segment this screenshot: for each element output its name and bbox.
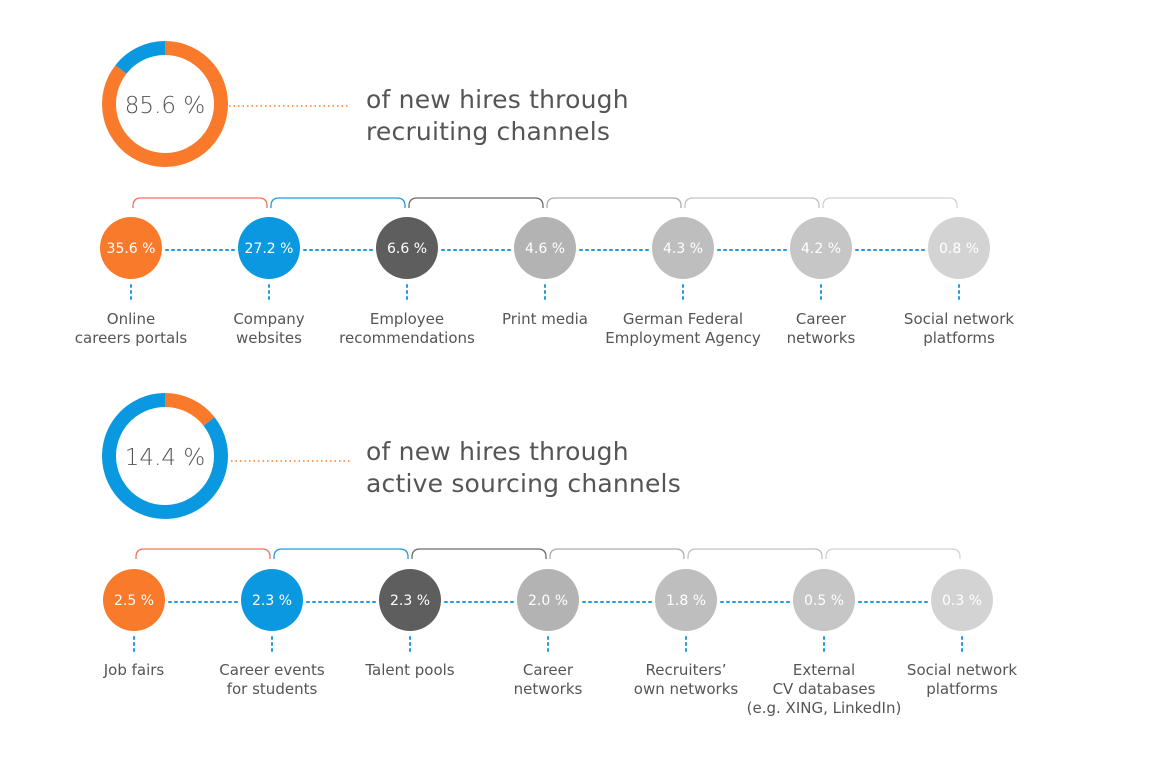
group-bracket: [546, 197, 682, 208]
group-bracket: [822, 197, 958, 208]
value-label: 2.0 %: [528, 593, 568, 609]
headline-line: active sourcing channels: [366, 469, 681, 498]
value-label: 0.8 %: [939, 241, 979, 257]
value-label: 2.5 %: [114, 593, 154, 609]
donut-slice: [164, 393, 215, 426]
channel-label-line: recommendations: [339, 329, 475, 347]
headline-line: of new hires through: [366, 437, 629, 466]
value-label: 2.3 %: [252, 593, 292, 609]
group-bracket: [684, 197, 820, 208]
group-bracket: [270, 197, 406, 208]
channel-label-line: for students: [226, 680, 318, 698]
value-label: 35.6 %: [107, 241, 156, 257]
value-label: 4.3 %: [663, 241, 703, 257]
group-bracket: [408, 197, 544, 208]
donut-center-label: 85.6 %: [125, 93, 205, 119]
channel-label-line: platforms: [926, 680, 998, 698]
value-label: 2.3 %: [390, 593, 430, 609]
group-bracket: [825, 548, 961, 559]
group-bracket: [132, 197, 268, 208]
channel-label-line: platforms: [923, 329, 995, 347]
channel-label-line: (e.g. XING, LinkedIn): [746, 699, 902, 717]
group-bracket: [273, 548, 409, 559]
headline: of new hires through recruiting channels: [366, 84, 629, 148]
value-label: 27.2 %: [245, 241, 294, 257]
value-label: 6.6 %: [387, 241, 427, 257]
channel-label: Social network platforms: [877, 661, 1047, 699]
donut-slice: [115, 41, 166, 74]
value-label: 0.5 %: [804, 593, 844, 609]
value-label: 1.8 %: [666, 593, 706, 609]
channel-label-line: Social network: [903, 310, 1015, 328]
group-bracket: [411, 548, 547, 559]
group-bracket: [687, 548, 823, 559]
value-label: 0.3 %: [942, 593, 982, 609]
headline: of new hires through active sourcing chan…: [366, 436, 681, 500]
value-label: 4.2 %: [801, 241, 841, 257]
group-bracket: [549, 548, 685, 559]
channel-label-line: Social network: [906, 661, 1018, 679]
value-label: 4.6 %: [525, 241, 565, 257]
channel-label: Social network platforms: [874, 310, 1044, 348]
headline-line: of new hires through: [366, 85, 629, 114]
headline-line: recruiting channels: [366, 117, 611, 146]
group-bracket: [135, 548, 271, 559]
donut-center-label: 14.4 %: [125, 445, 205, 471]
